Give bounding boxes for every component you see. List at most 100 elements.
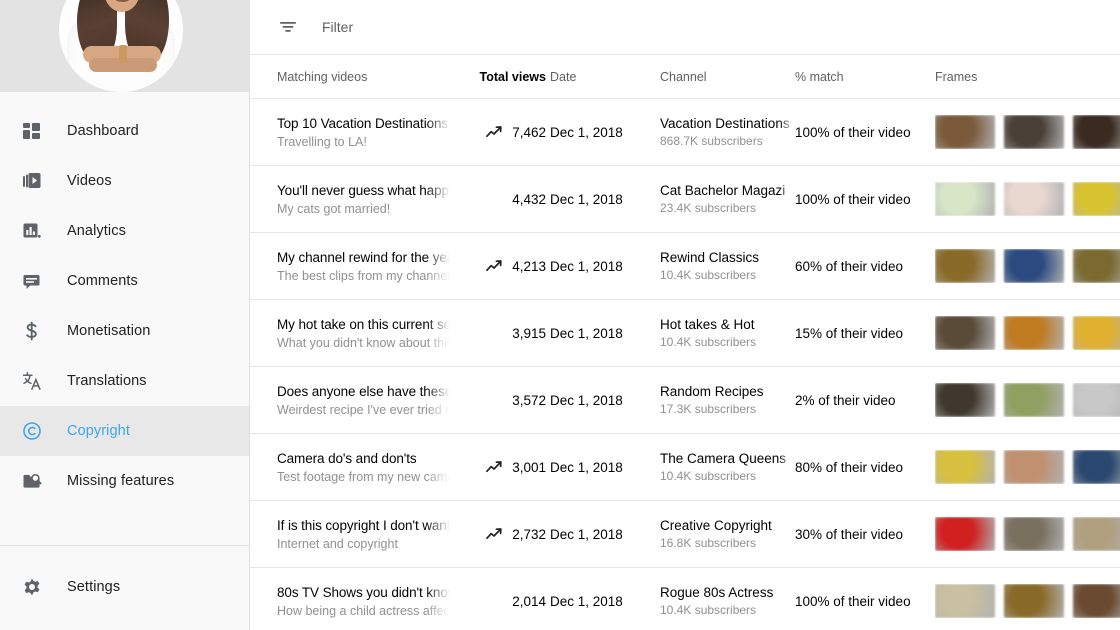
- date-value: Dec 1, 2018: [550, 459, 623, 475]
- avatar-area: [0, 0, 249, 92]
- frame-thumbnail[interactable]: [1004, 584, 1064, 618]
- channel-subscribers: 10.4K subscribers: [660, 469, 757, 483]
- frame-thumbnail[interactable]: [1004, 383, 1064, 417]
- cell-frames: [935, 383, 1120, 417]
- frame-thumbnail[interactable]: [935, 450, 995, 484]
- date-value: Dec 1, 2018: [550, 392, 623, 408]
- sidebar-item-analytics[interactable]: Analytics: [0, 206, 249, 256]
- frame-thumbnail[interactable]: [1073, 115, 1120, 149]
- sidebar-item-comments[interactable]: Comments: [0, 256, 249, 306]
- channel-name[interactable]: Rogue 80s Actress: [660, 585, 795, 600]
- date-value: Dec 1, 2018: [550, 191, 623, 207]
- channel-subscribers: 10.4K subscribers: [660, 268, 757, 282]
- header-frames[interactable]: Frames: [935, 70, 1120, 84]
- frame-thumbnail[interactable]: [1073, 316, 1120, 350]
- sidebar-item-copyright[interactable]: Copyright: [0, 406, 249, 456]
- video-subtitle: The best clips from my channel so: [277, 268, 450, 283]
- channel-name[interactable]: Random Recipes: [660, 384, 795, 399]
- frame-thumbnail[interactable]: [1073, 249, 1120, 283]
- table-row[interactable]: My hot take on this current socia What yo…: [250, 300, 1120, 367]
- video-title[interactable]: You'll never guess what happen: [277, 183, 450, 198]
- cell-channel: Random Recipes 17.3K subscribers: [660, 384, 795, 416]
- header-percent-match[interactable]: % match: [795, 70, 935, 84]
- cell-date: Dec 1, 2018: [550, 460, 660, 475]
- frame-thumbnail[interactable]: [1073, 584, 1120, 618]
- table-row[interactable]: If is this copyright I don't want to Inte…: [250, 501, 1120, 568]
- cell-frames: [935, 249, 1120, 283]
- video-subtitle: How being a child actress affected: [277, 603, 450, 618]
- channel-name[interactable]: Hot takes & Hot: [660, 317, 795, 332]
- channel-name[interactable]: Creative Copyright: [660, 518, 795, 533]
- video-subtitle: Test footage from my new camera: [277, 469, 450, 484]
- header-channel[interactable]: Channel: [660, 70, 795, 84]
- video-title[interactable]: Top 10 Vacation Destinations: [277, 116, 450, 131]
- table-body: Top 10 Vacation Destinations Travelling t…: [250, 99, 1120, 630]
- frame-thumbnail[interactable]: [935, 249, 995, 283]
- avatar[interactable]: [59, 0, 183, 92]
- frame-thumbnail[interactable]: [935, 115, 995, 149]
- frame-thumbnail[interactable]: [1073, 383, 1120, 417]
- missing-features-icon: [10, 469, 54, 493]
- sidebar-item-label: Settings: [67, 579, 121, 595]
- sidebar-item-settings[interactable]: Settings: [0, 562, 249, 612]
- cell-matching-video: Does anyone else have these wei… Weirdest…: [250, 384, 450, 417]
- table-row[interactable]: Does anyone else have these wei… Weirdest…: [250, 367, 1120, 434]
- frame-thumbnail[interactable]: [935, 517, 995, 551]
- cell-date: Dec 1, 2018: [550, 527, 660, 542]
- dashboard-icon: [10, 119, 54, 143]
- table-row[interactable]: Top 10 Vacation Destinations Travelling t…: [250, 99, 1120, 166]
- cell-percent-match: 100% of their video: [795, 594, 935, 609]
- frame-thumbnail[interactable]: [1004, 450, 1064, 484]
- channel-name[interactable]: Rewind Classics: [660, 250, 795, 265]
- video-title[interactable]: My channel rewind for the year: [277, 250, 450, 265]
- video-title[interactable]: If is this copyright I don't want to: [277, 518, 450, 533]
- frame-thumbnail[interactable]: [935, 383, 995, 417]
- video-title[interactable]: My hot take on this current socia: [277, 317, 450, 332]
- filter-icon[interactable]: [277, 16, 299, 38]
- header-total-views[interactable]: Total views: [450, 70, 550, 84]
- frame-thumbnail[interactable]: [1004, 182, 1064, 216]
- frame-thumbnail[interactable]: [1004, 249, 1064, 283]
- frame-thumbnail[interactable]: [1004, 316, 1064, 350]
- cell-frames: [935, 115, 1120, 149]
- match-value: 2% of their video: [795, 392, 896, 408]
- video-title[interactable]: Camera do's and don'ts: [277, 451, 450, 466]
- frame-thumbnail[interactable]: [1073, 182, 1120, 216]
- frame-thumbnail[interactable]: [935, 316, 995, 350]
- sidebar-item-missing-features[interactable]: Missing features: [0, 456, 249, 506]
- frame-thumbnail[interactable]: [1004, 517, 1064, 551]
- cell-date: Dec 1, 2018: [550, 192, 660, 207]
- channel-subscribers: 17.3K subscribers: [660, 402, 757, 416]
- cell-matching-video: Top 10 Vacation Destinations Travelling t…: [250, 116, 450, 149]
- match-value: 100% of their video: [795, 593, 911, 609]
- table-row[interactable]: Camera do's and don'ts Test footage from …: [250, 434, 1120, 501]
- trending-up-icon: [486, 259, 503, 273]
- channel-name[interactable]: The Camera Queens: [660, 451, 795, 466]
- frame-thumbnail[interactable]: [1004, 115, 1064, 149]
- table-row[interactable]: My channel rewind for the year The best c…: [250, 233, 1120, 300]
- frame-thumbnail[interactable]: [935, 584, 995, 618]
- frame-thumbnail[interactable]: [1073, 517, 1120, 551]
- cell-percent-match: 15% of their video: [795, 326, 935, 341]
- table-row[interactable]: You'll never guess what happen My cats go…: [250, 166, 1120, 233]
- cell-percent-match: 100% of their video: [795, 125, 935, 140]
- sidebar-item-translations[interactable]: Translations: [0, 356, 249, 406]
- video-title[interactable]: 80s TV Shows you didn't know w…: [277, 585, 450, 600]
- frame-thumbnail[interactable]: [1073, 450, 1120, 484]
- filter-input[interactable]: Filter: [322, 19, 353, 35]
- trending-up-icon: [486, 527, 503, 541]
- header-matching-videos[interactable]: Matching videos: [250, 70, 450, 84]
- sidebar-item-dashboard[interactable]: Dashboard: [0, 106, 249, 156]
- header-date[interactable]: Date: [550, 70, 660, 84]
- sidebar-item-videos[interactable]: Videos: [0, 156, 249, 206]
- sidebar-item-monetisation[interactable]: Monetisation: [0, 306, 249, 356]
- trending-up-icon: [486, 460, 503, 474]
- cell-total-views: 4,432: [450, 192, 550, 207]
- video-subtitle: Weirdest recipe I've ever tried maki…: [277, 402, 450, 417]
- channel-name[interactable]: Vacation Destinations: [660, 116, 795, 131]
- table-row[interactable]: 80s TV Shows you didn't know w… How being…: [250, 568, 1120, 630]
- channel-name[interactable]: Cat Bachelor Magazi: [660, 183, 795, 198]
- video-title[interactable]: Does anyone else have these wei…: [277, 384, 450, 399]
- cell-total-views: 3,001: [450, 460, 550, 475]
- frame-thumbnail[interactable]: [935, 182, 995, 216]
